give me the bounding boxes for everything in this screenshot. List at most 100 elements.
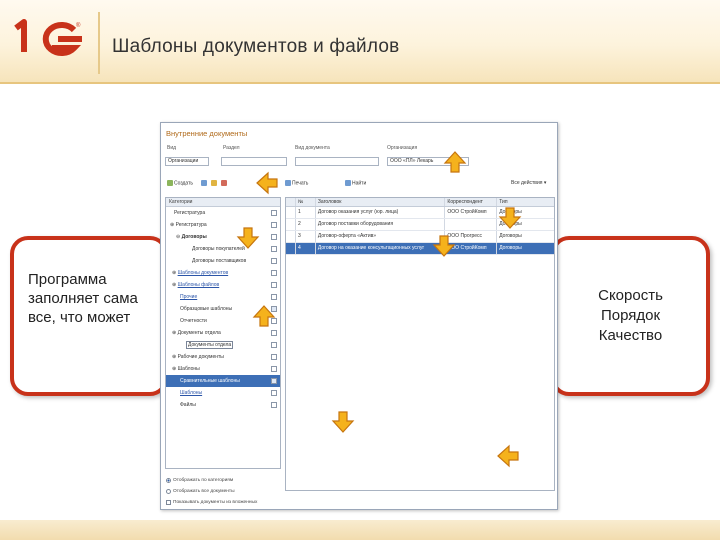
tree-checkbox[interactable] xyxy=(271,390,277,396)
tree-item-label: Шаблоны файлов xyxy=(177,282,220,288)
tree-item[interactable]: ⊕ Шаблоны документов xyxy=(166,267,280,279)
arrow-left-icon xyxy=(255,171,279,195)
tree-item[interactable]: ⊕ Рабочие документы xyxy=(166,351,280,363)
form-title: Внутренние документы xyxy=(166,129,248,138)
table-cell: 1 xyxy=(296,207,316,218)
tree-item-label: Прочие xyxy=(180,294,198,300)
tree-checkbox[interactable] xyxy=(271,342,277,348)
arrow-down-icon xyxy=(498,206,522,230)
option-by-category[interactable]: Отображать по категориям xyxy=(165,475,315,486)
tree-item-label: Регистратура xyxy=(175,222,207,228)
callout-line-speed: Скорость xyxy=(598,287,663,304)
page-title: Шаблоны документов и файлов xyxy=(112,36,400,57)
tree-item-label: Сравнительные шаблоны xyxy=(180,378,240,384)
print-label: Печать xyxy=(292,180,309,187)
tree-checkbox[interactable] xyxy=(271,402,277,408)
tree-item-label: Отчетности xyxy=(180,318,207,324)
tree-item[interactable]: ⊖ Договоры xyxy=(166,231,280,243)
table-cell: Договоры xyxy=(499,245,522,251)
copy-icon xyxy=(201,180,207,186)
tree-item[interactable]: Документы отдела xyxy=(166,339,280,351)
option-all-docs[interactable]: Отображать все документы xyxy=(165,486,315,497)
tree-checkbox[interactable] xyxy=(271,210,277,216)
edit-button[interactable] xyxy=(211,180,218,186)
tree-checkbox[interactable] xyxy=(271,282,277,288)
radio-button[interactable] xyxy=(166,478,171,483)
table-cell: Договор-оферта «Актив» xyxy=(316,231,446,242)
option-nested[interactable]: Показывать документы из вложенных xyxy=(165,497,315,508)
all-actions-button[interactable]: Все действия ▾ xyxy=(511,180,546,186)
copy-button[interactable] xyxy=(201,180,208,186)
tree-checkbox[interactable] xyxy=(271,354,277,360)
tree-item[interactable]: ⊕ Документы отдела xyxy=(166,327,280,339)
tree-checkbox[interactable] xyxy=(271,366,277,372)
search-icon xyxy=(345,180,351,186)
arrow-down-icon xyxy=(331,410,355,434)
tree-checkbox[interactable] xyxy=(271,330,277,336)
tree-item[interactable]: Регистратура xyxy=(166,207,280,219)
tree-item[interactable]: Файлы xyxy=(166,399,280,411)
column-header[interactable]: Заголовок xyxy=(316,198,446,206)
table-cell: 3 xyxy=(296,231,316,242)
table-row-selected[interactable]: 4 Договор на оказание консультационных у… xyxy=(286,243,554,255)
column-header[interactable]: Корреспондент xyxy=(445,198,498,206)
tree-item[interactable]: Договоры покупателей xyxy=(166,243,280,255)
column-header[interactable] xyxy=(286,198,296,206)
create-button[interactable]: Создать xyxy=(167,180,193,186)
print-button[interactable]: Печать xyxy=(285,180,308,186)
filter-kind-field[interactable]: Организации xyxy=(165,157,209,166)
arrow-down-icon xyxy=(236,226,260,250)
delete-icon xyxy=(221,180,227,186)
tree-item[interactable]: ⊕ Шаблоны xyxy=(166,363,280,375)
table-cell xyxy=(286,219,296,230)
filter-label-org: Организация xyxy=(387,145,418,151)
header-divider xyxy=(98,12,100,74)
tree-item[interactable]: Договоры поставщиков xyxy=(166,255,280,267)
tree-item[interactable]: Шаблоны xyxy=(166,387,280,399)
tree-item-selected[interactable]: Сравнительные шаблоны xyxy=(166,375,280,387)
tree-checkbox[interactable] xyxy=(271,222,277,228)
callout-left: Программа заполняет сама все, что может xyxy=(10,236,168,396)
tree-checkbox[interactable] xyxy=(271,378,277,384)
arrow-down-icon xyxy=(432,234,456,258)
column-header[interactable]: № xyxy=(296,198,316,206)
tree-item[interactable]: ⊕ Регистратура xyxy=(166,219,280,231)
option-label: Отображать все документы xyxy=(173,489,235,494)
callout-right: Скорость Порядок Качество xyxy=(551,236,710,396)
category-tree: Категории Регистратура ⊕ Регистратура ⊖ … xyxy=(165,197,281,469)
radio-button[interactable] xyxy=(166,489,171,494)
tree-checkbox[interactable] xyxy=(271,246,277,252)
tree-checkbox[interactable] xyxy=(271,234,277,240)
tree-item-label: Файлы xyxy=(180,402,196,408)
arrow-up-icon xyxy=(443,150,467,174)
filter-section-field[interactable] xyxy=(221,157,287,166)
tree-checkbox[interactable] xyxy=(271,270,277,276)
table-cell: Договор на оказание консультационных усл… xyxy=(316,243,446,254)
tree-item-label: Документы отдела xyxy=(186,341,234,349)
tree-item-label: Договоры поставщиков xyxy=(192,258,247,264)
tree-item[interactable]: Прочие xyxy=(166,291,280,303)
slide-header: ® Шаблоны документов и файлов xyxy=(0,0,720,82)
slide-footer xyxy=(0,520,720,540)
tree-item-label: Образцовые шаблоны xyxy=(180,306,233,312)
column-header[interactable]: Тип xyxy=(497,198,554,206)
arrow-left-icon xyxy=(496,444,520,468)
tree-item[interactable]: ⊕ Шаблоны файлов xyxy=(166,279,280,291)
tree-checkbox[interactable] xyxy=(271,258,277,264)
filter-bar: Вид Раздел Вид документа Организация Орг… xyxy=(165,145,553,175)
delete-button[interactable] xyxy=(221,180,228,186)
table-row[interactable]: 3 Договор-оферта «Актив» ООО Прогресс До… xyxy=(286,231,554,243)
filter-doc-kind-field[interactable] xyxy=(295,157,379,166)
table-cell: ООО СтройКомп xyxy=(445,207,498,218)
checkbox[interactable] xyxy=(166,500,171,505)
callout-line-quality: Качество xyxy=(598,327,663,344)
1c-logo: ® xyxy=(12,18,86,58)
table-cell xyxy=(286,231,296,242)
filter-label-kind: Вид xyxy=(167,145,177,151)
callout-left-text: Программа заполняет сама все, что может xyxy=(28,271,138,326)
tree-item-label: Шаблоны документов xyxy=(177,270,229,276)
tree-item-label: Шаблоны xyxy=(177,366,200,372)
edit-icon xyxy=(211,180,217,186)
tree-checkbox[interactable] xyxy=(271,294,277,300)
search-button[interactable]: Найти xyxy=(345,180,366,186)
